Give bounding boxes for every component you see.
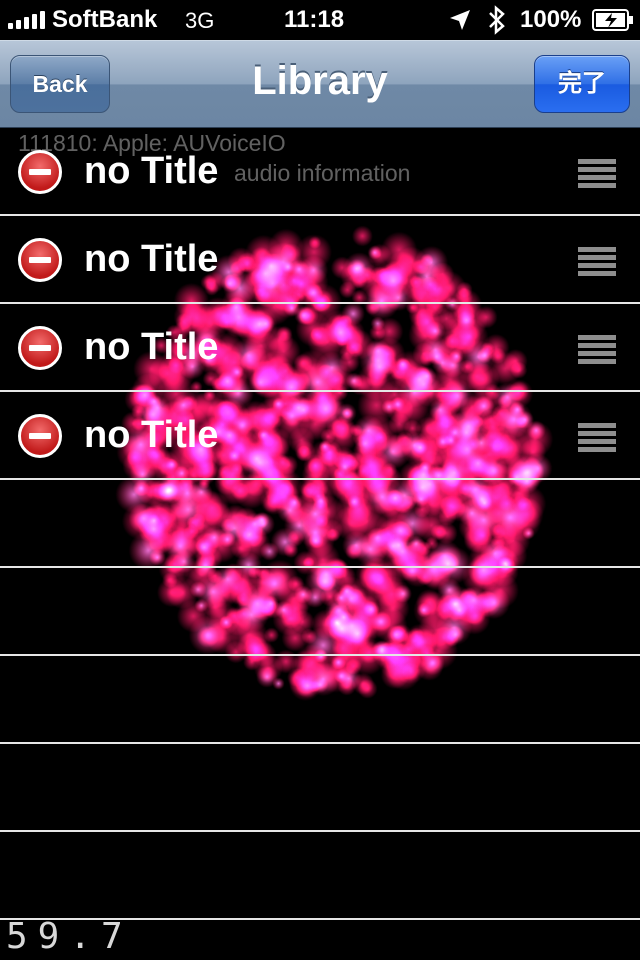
reorder-grip-icon[interactable] (578, 247, 616, 277)
list-item-title: no Title (84, 238, 219, 280)
done-button[interactable]: 完了 (534, 55, 630, 113)
list-item-title: no Title (84, 150, 219, 192)
battery-percent: 100% (520, 6, 582, 33)
list-item[interactable]: no Title (0, 304, 640, 392)
fps-readout: 59.7 (6, 916, 133, 957)
battery-charging-icon (592, 9, 633, 31)
delete-minus-icon[interactable] (18, 238, 62, 282)
network-type: 3G (185, 8, 215, 33)
list-item-title: no Title (84, 414, 219, 456)
delete-minus-icon[interactable] (18, 150, 62, 194)
delete-minus-icon[interactable] (18, 414, 62, 458)
location-arrow-icon (450, 10, 470, 30)
list-item[interactable]: no Title (0, 128, 640, 216)
reorder-grip-icon[interactable] (578, 159, 616, 189)
list-item[interactable]: no Title (0, 392, 640, 480)
reorder-grip-icon[interactable] (578, 423, 616, 453)
reorder-grip-icon[interactable] (578, 335, 616, 365)
status-bar: SoftBank 3G 11:18 100% (0, 0, 640, 40)
empty-row (0, 480, 640, 568)
list-item-title: no Title (84, 326, 219, 368)
carrier-label: SoftBank (52, 6, 158, 33)
bluetooth-icon (489, 5, 505, 35)
library-list: 111810: Apple: AUVoiceIO audio informati… (0, 128, 640, 960)
empty-row (0, 744, 640, 832)
list-item[interactable]: no Title (0, 216, 640, 304)
signal-icon (8, 11, 45, 29)
empty-row (0, 656, 640, 744)
delete-minus-icon[interactable] (18, 326, 62, 370)
empty-row (0, 832, 640, 920)
navigation-bar: Back Library 完了 (0, 40, 640, 128)
clock: 11:18 (284, 6, 345, 33)
empty-row (0, 568, 640, 656)
